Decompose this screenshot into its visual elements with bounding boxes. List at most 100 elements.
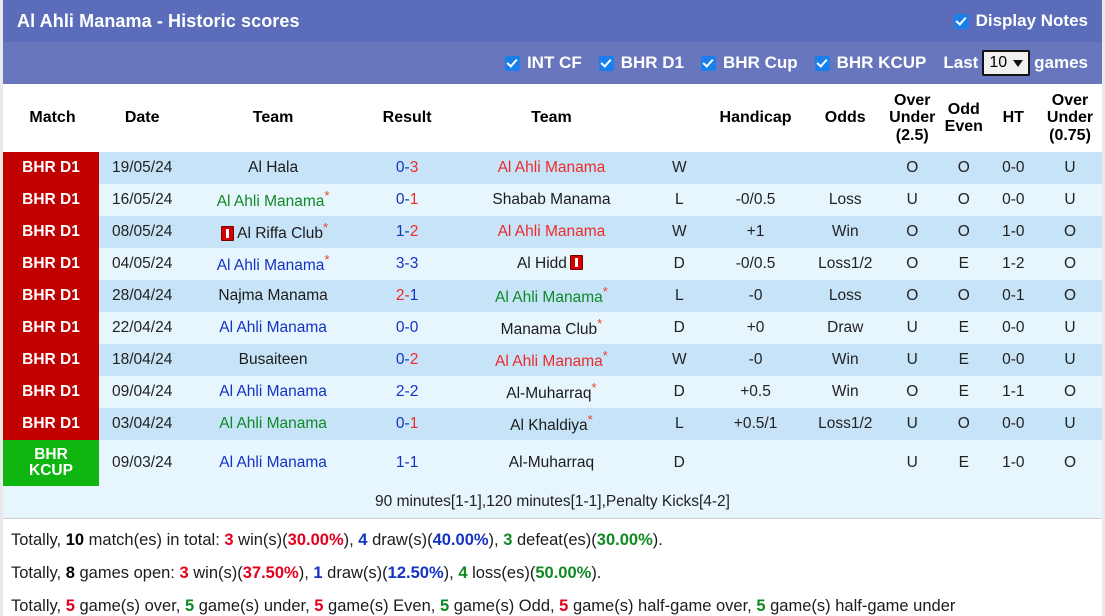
match-date: 08/05/24: [101, 216, 183, 248]
match-date: 28/04/24: [101, 280, 183, 312]
team-name[interactable]: Al Ahli Manama: [217, 194, 325, 211]
team-name[interactable]: Al Ahli Manama: [219, 454, 327, 471]
team-name[interactable]: Al Khaldiya: [510, 418, 588, 435]
away-team-cell[interactable]: Shabab Manama: [450, 184, 653, 216]
team-name[interactable]: Al Ahli Manama: [498, 223, 606, 240]
home-team-cell[interactable]: Al Ahli Manama: [182, 408, 364, 440]
home-team-cell[interactable]: Najma Manama: [182, 280, 364, 312]
away-team-cell[interactable]: Al Ahli Manama*: [450, 280, 653, 312]
checkbox-icon-int-cf[interactable]: [504, 55, 520, 71]
away-team-cell[interactable]: Al-Muharraq: [450, 440, 653, 486]
filter-bhr-cup[interactable]: BHR Cup: [701, 53, 798, 73]
filter-bhr-d1[interactable]: BHR D1: [598, 53, 685, 73]
away-team-cell[interactable]: Al Khaldiya*: [450, 408, 653, 440]
team-name[interactable]: Al Hidd: [517, 255, 567, 272]
home-team-cell[interactable]: Al Ahli Manama: [182, 312, 364, 344]
over-under-075-value: U: [1038, 184, 1102, 216]
table-row[interactable]: BHR D1 28/04/24 Najma Manama 2-1 Al Ahli Man…: [3, 280, 1102, 312]
home-team-cell[interactable]: Al Ahli Manama*: [182, 248, 364, 280]
team-name[interactable]: Al Riffa Club: [237, 226, 323, 243]
score-home: 1: [395, 223, 405, 240]
team-name[interactable]: Al Ahli Manama: [495, 354, 603, 371]
checkbox-icon-bhr-kcup[interactable]: [814, 55, 830, 71]
summary-line-overunder: Totally, 5 game(s) over, 5 game(s) under…: [11, 594, 1094, 616]
score-cell[interactable]: 3-3: [363, 248, 451, 280]
s2-draws: 1: [313, 563, 323, 582]
score-cell[interactable]: 0-1: [363, 184, 451, 216]
score-cell[interactable]: 0-1: [363, 408, 451, 440]
table-row[interactable]: BHR KCUP 09/03/24 Al Ahli Manama 1-1 Al-Muhar…: [3, 440, 1102, 486]
checkbox-icon-bhr-d1[interactable]: [598, 55, 614, 71]
s1-wins: 3: [224, 531, 234, 549]
away-team-cell[interactable]: Al-Muharraq*: [450, 376, 653, 408]
home-team-cell[interactable]: Al Riffa Club*: [182, 216, 364, 248]
team-name[interactable]: Manama Club: [501, 322, 598, 339]
s2-draws-word: draw(s)(: [322, 563, 388, 582]
team-name[interactable]: Najma Manama: [218, 287, 327, 304]
team-name[interactable]: Al Ahli Manama: [498, 159, 606, 176]
half-time-score: 0-0: [988, 312, 1039, 344]
score-cell[interactable]: 0-3: [363, 152, 451, 184]
home-team-cell[interactable]: Busaiteen: [182, 344, 364, 376]
team-name[interactable]: Shabab Manama: [492, 191, 610, 208]
score-cell[interactable]: 0-0: [363, 312, 451, 344]
team-name[interactable]: Al-Muharraq: [506, 386, 591, 403]
score-cell[interactable]: 0-2: [363, 344, 451, 376]
filter-bhr-kcup[interactable]: BHR KCUP: [814, 53, 927, 73]
away-team-cell[interactable]: Al Hidd: [450, 248, 653, 280]
filter-int-cf[interactable]: INT CF: [504, 53, 582, 73]
oe-line2: Even: [944, 118, 983, 135]
s1-wins-word: win(s)(: [233, 531, 288, 549]
result-outcome: L: [652, 408, 707, 440]
over-under-25-value: U: [885, 184, 940, 216]
team-name[interactable]: Al Ahli Manama: [219, 319, 327, 336]
col-header-over-under-25: Over Under (2.5): [885, 84, 940, 152]
s2-prefix: Totally,: [11, 563, 66, 582]
away-team-cell[interactable]: Al Ahli Manama: [450, 216, 653, 248]
team-name[interactable]: Al Hala: [248, 159, 298, 176]
away-team-cell[interactable]: Al Ahli Manama*: [450, 344, 653, 376]
display-notes-toggle[interactable]: Display Notes: [953, 11, 1088, 31]
checkbox-icon-bhr-cup[interactable]: [701, 55, 717, 71]
team-name[interactable]: Al Ahli Manama: [219, 415, 327, 432]
odd-even-value: E: [939, 376, 989, 408]
table-row[interactable]: BHR D1 16/05/24 Al Ahli Manama* 0-1 Shabab M…: [3, 184, 1102, 216]
score-cell[interactable]: 2-2: [363, 376, 451, 408]
home-team-cell[interactable]: Al Ahli Manama: [182, 376, 364, 408]
competition-badge: BHR D1: [3, 344, 99, 376]
last-games-select[interactable]: 10: [982, 50, 1031, 76]
over-under-25-value: O: [885, 248, 940, 280]
score-away: 0: [409, 319, 419, 336]
result-outcome: D: [652, 248, 707, 280]
home-team-cell[interactable]: Al Ahli Manama: [182, 440, 364, 486]
s3-half-over-word: game(s) half-game over,: [568, 596, 757, 615]
competition-badge-line: KCUP: [29, 462, 73, 479]
team-name[interactable]: Busaiteen: [239, 351, 308, 368]
display-notes-checkbox-icon[interactable]: [953, 13, 969, 29]
scores-table-head: Match Date Team Result Team Handicap Odd…: [3, 84, 1102, 152]
table-row[interactable]: BHR D1 03/04/24 Al Ahli Manama 0-1 Al Khaldi…: [3, 408, 1102, 440]
home-team-cell[interactable]: Al Ahli Manama*: [182, 184, 364, 216]
odds-result: [805, 440, 886, 486]
score-cell[interactable]: 1-1: [363, 440, 451, 486]
filter-label-bhr-d1: BHR D1: [620, 53, 685, 72]
score-cell[interactable]: 2-1: [363, 280, 451, 312]
half-time-score: 1-1: [988, 376, 1039, 408]
team-name[interactable]: Al Ahli Manama: [217, 258, 325, 275]
table-row[interactable]: BHR D1 18/04/24 Busaiteen 0-2 Al Ahli Manama…: [3, 344, 1102, 376]
team-name[interactable]: Al Ahli Manama: [219, 383, 327, 400]
home-team-cell[interactable]: Al Hala: [182, 152, 364, 184]
table-row[interactable]: BHR D1 04/05/24 Al Ahli Manama* 3-3 Al Hidd D…: [3, 248, 1102, 280]
filter-label-bhr-kcup: BHR KCUP: [836, 53, 927, 72]
score-cell[interactable]: 1-2: [363, 216, 451, 248]
table-row[interactable]: BHR D1 19/05/24 Al Hala 0-3 Al Ahli Manama W O…: [3, 152, 1102, 184]
s1-draws-word: draw(s)(: [367, 531, 433, 549]
away-team-cell[interactable]: Manama Club*: [450, 312, 653, 344]
table-row[interactable]: BHR D1 22/04/24 Al Ahli Manama 0-0 Manama Cl…: [3, 312, 1102, 344]
away-team-cell[interactable]: Al Ahli Manama: [450, 152, 653, 184]
team-name[interactable]: Al Ahli Manama: [495, 290, 603, 307]
table-row[interactable]: BHR D1 09/04/24 Al Ahli Manama 2-2 Al-Muharr…: [3, 376, 1102, 408]
team-name[interactable]: Al-Muharraq: [509, 454, 594, 471]
table-row[interactable]: BHR D1 08/05/24 Al Riffa Club* 1-2 Al Ahli M…: [3, 216, 1102, 248]
competition-badge: BHR D1: [3, 280, 99, 312]
